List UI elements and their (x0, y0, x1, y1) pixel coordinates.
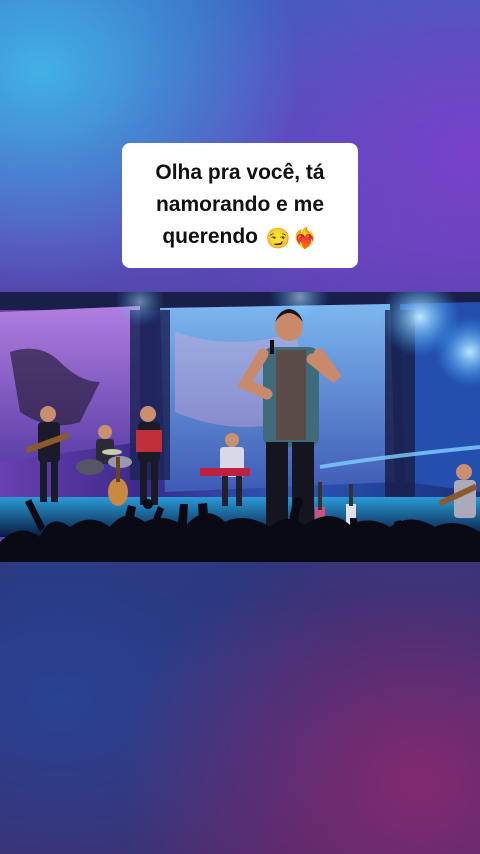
video-player[interactable] (0, 292, 480, 562)
caption-line-3: querendo (162, 224, 258, 248)
smirk-emoji-icon: 😏 (265, 227, 291, 250)
concert-video-frame (0, 292, 480, 562)
caption-card: Olha pra você, tá namorando e me querend… (122, 143, 358, 268)
caption-text: Olha pra você, tá namorando e me querend… (155, 157, 324, 255)
heart-on-fire-emoji-icon: ❤️‍🔥 (292, 227, 318, 250)
caption-line-1: Olha pra você, tá (155, 160, 325, 184)
caption-line-2: namorando e me (155, 192, 325, 216)
